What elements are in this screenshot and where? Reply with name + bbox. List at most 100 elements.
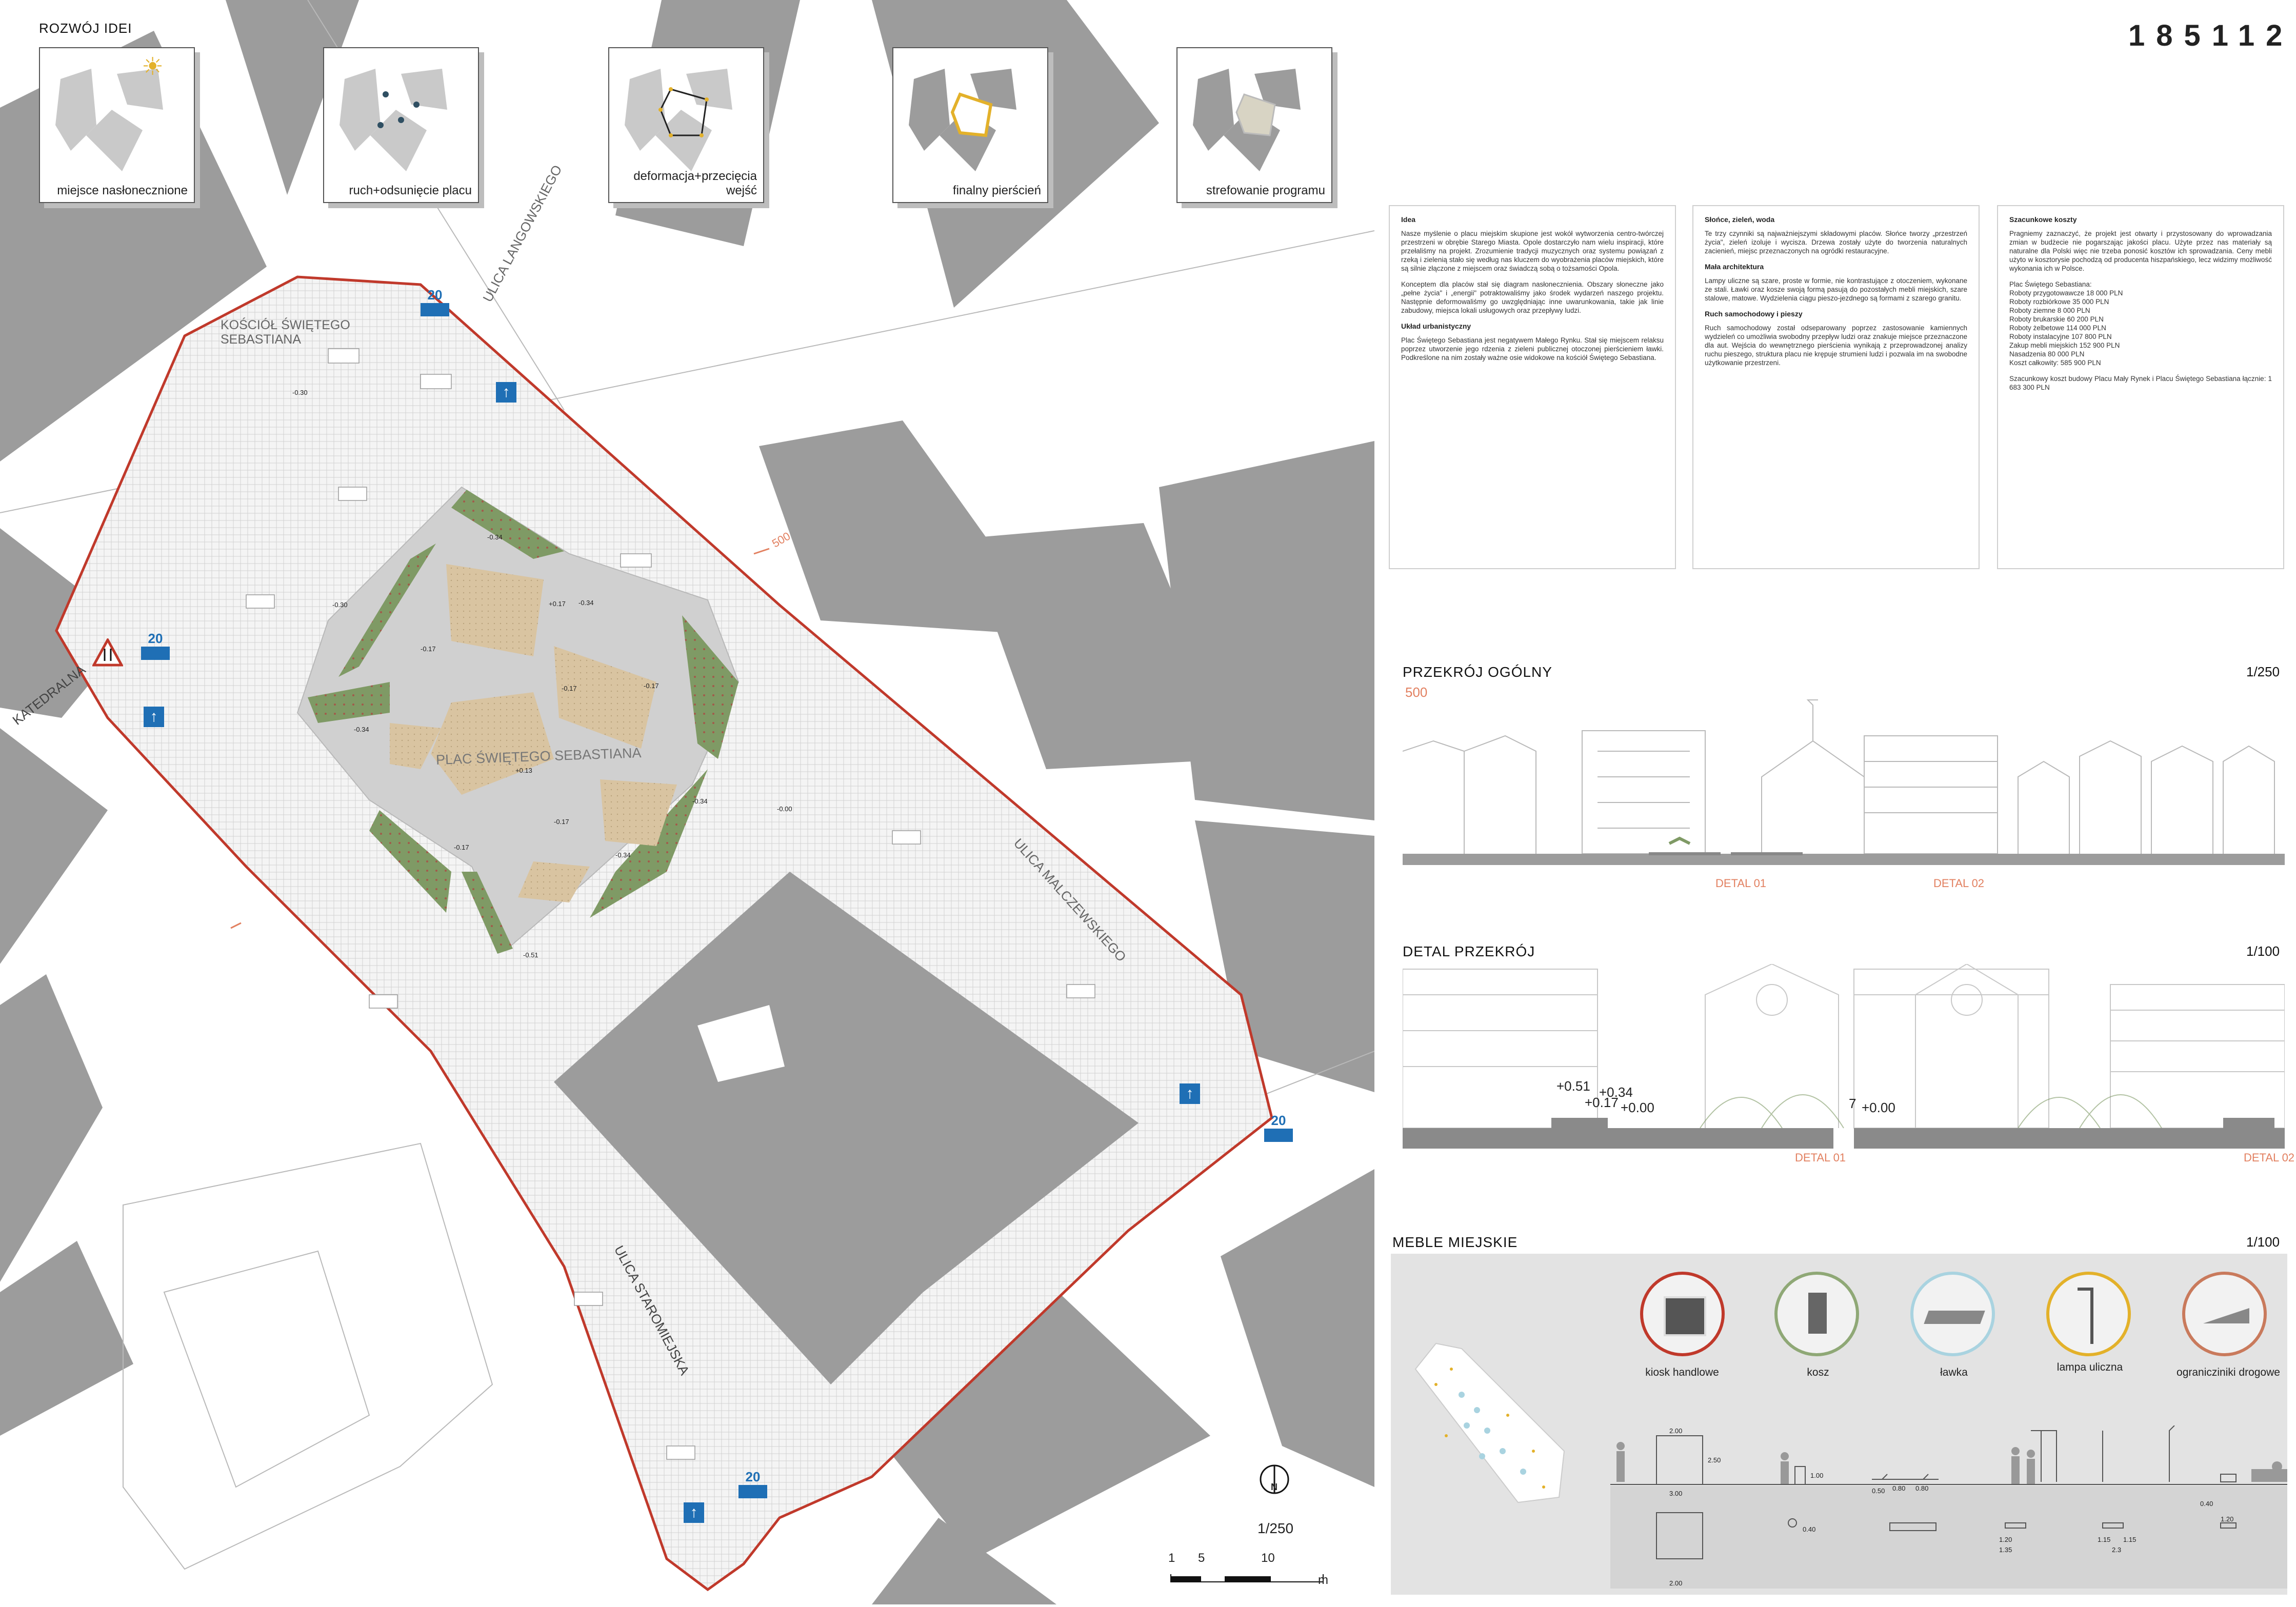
kiosk-icon (1640, 1272, 1725, 1356)
idea-step-label: finalny pierścień (952, 184, 1041, 197)
scale-tick-5: 5 (1198, 1551, 1205, 1565)
dimension-label: 1.15 (2123, 1536, 2137, 1543)
speed-limit-sign: 20 (141, 631, 170, 660)
elevation-marker: -0.34 (487, 533, 503, 541)
bollard-icon (2182, 1272, 2267, 1356)
bench-icon (1910, 1272, 1995, 1356)
elevation-marker: -0.17 (554, 818, 569, 826)
dimension-label: 0.50 (1872, 1487, 1885, 1495)
street-lamp-icon (2046, 1272, 2131, 1356)
trash-bin-icon (1774, 1272, 1859, 1356)
text-column-2: Słońce, zieleń, woda Te trzy czynniki są… (1692, 205, 1980, 569)
elevation-marker: -0.17 (644, 682, 659, 690)
furniture-section-title: MEBLE MIEJSKIE (1392, 1234, 1518, 1250)
level-mark: +0.00 (1621, 1100, 1654, 1115)
text-column-1: Idea Nasze myślenie o placu miejskim sku… (1389, 205, 1676, 569)
cost-item: Roboty przygotowawcze 18 000 PLN (2009, 289, 2123, 297)
general-section-scale: 1/250 (2246, 664, 2280, 679)
dimension-label: 0.40 (1803, 1525, 1816, 1533)
scale-tick-1: 1 (1168, 1551, 1175, 1565)
column-heading: Układ urbanistyczny (1401, 322, 1471, 330)
scale-unit: m (1318, 1573, 1328, 1587)
idea-step-label: deformacja+przecięcia wejść (633, 169, 757, 197)
cost-item: Roboty żelbetowe 114 000 PLN (2009, 324, 2106, 332)
idea-diagram (340, 69, 447, 171)
idea-step: ruch+odsunięcie placu (323, 47, 479, 203)
elevation-marker: -0.30 (292, 389, 308, 396)
dimension-label: 0.40 (2200, 1500, 2213, 1508)
elevation-marker: +0.13 (515, 767, 532, 774)
level-mark-seven: 7 (1849, 1096, 1856, 1111)
dimension-label: 3.00 (1669, 1490, 1683, 1497)
idea-diagram (1193, 69, 1301, 171)
one-way-arrow-icon: ↑ (1180, 1083, 1200, 1104)
project-code: 185112 (2128, 19, 2294, 52)
furniture-label: lampa uliczna (2057, 1361, 2123, 1373)
furniture-elevations (1610, 1425, 2287, 1589)
idea-step: ☀ miejsce nasłonecznione (39, 47, 195, 203)
dimension-label: 1.00 (1810, 1472, 1824, 1479)
dimension-label: 0.80 (1892, 1484, 1906, 1492)
column-heading: Ruch samochodowy i pieszy (1705, 310, 1803, 318)
idea-step-label: miejsce nasłonecznione (57, 184, 188, 197)
text-column-3: Szacunkowe koszty Pragniemy zaznaczyć, ż… (1997, 205, 2284, 569)
cost-item: Roboty instalacyjne 107 800 PLN (2009, 333, 2112, 340)
dimension-label: 2.00 (1669, 1579, 1683, 1587)
cost-item: Roboty ziemne 8 000 PLN (2009, 307, 2090, 314)
furniture-location-plan (1414, 1342, 1565, 1503)
scale-bar-fill (1170, 1576, 1201, 1581)
cost-item: Nasadzenia 80 000 PLN (2009, 350, 2085, 358)
level-mark: +0.17 (1585, 1095, 1619, 1110)
detail-section-drawing (1403, 964, 2285, 1149)
cost-item: Roboty brukarskie 60 200 PLN (2009, 315, 2104, 323)
speed-limit-sign: 20 (421, 287, 449, 316)
dimension-label: 2.50 (1708, 1456, 1721, 1464)
column-heading: Słońce, zieleń, woda (1705, 215, 1775, 224)
idea-diagram (55, 69, 163, 171)
speed-limit-sign: 20 (738, 1469, 767, 1498)
elevation-marker: -0.30 (332, 601, 348, 609)
one-way-arrow-icon: ↑ (144, 707, 164, 727)
elevation-marker: -0.51 (523, 951, 538, 959)
general-section-drawing (1403, 699, 2285, 865)
north-label: N (1271, 1482, 1277, 1492)
elevation-marker: -0.34 (615, 851, 631, 859)
elevation-marker: -0.34 (354, 726, 369, 733)
column-paragraph: Konceptem dla placów stał się diagram na… (1401, 280, 1664, 314)
column-heading: Idea (1401, 215, 1416, 224)
elevation-marker: -0.17 (562, 685, 577, 692)
idea-step: finalny pierścień (892, 47, 1048, 203)
furniture-section-scale: 1/100 (2246, 1234, 2280, 1250)
furniture-label: ogranicziniki drogowe (2177, 1367, 2280, 1378)
idea-step-label: ruch+odsunięcie placu (349, 184, 472, 197)
dimension-label: 2.00 (1669, 1427, 1683, 1435)
idea-section-title: ROZWÓJ IDEI (39, 21, 132, 36)
elevation-marker: -0.00 (777, 805, 792, 813)
map-scale-ratio: 1/250 (1257, 1520, 1294, 1536)
column-paragraph: Nasze myślenie o placu miejskim skupione… (1401, 230, 1664, 272)
scale-bar-fill (1225, 1576, 1271, 1581)
site-plan: KOŚCIÓŁ ŚWIĘTEGO SEBASTIANA PLAC ŚWIĘTEG… (0, 0, 1375, 1604)
column-paragraph: Ruch samochodowy został odseparowany pop… (1705, 324, 1967, 367)
cost-item: Koszt całkowity: 585 900 PLN (2009, 359, 2101, 367)
cost-item: Zakup mebli miejskich 152 900 PLN (2009, 342, 2120, 349)
sun-icon: ☀ (142, 53, 164, 81)
dimension-label: 0.80 (1915, 1484, 1929, 1492)
elevation-marker: -0.17 (454, 843, 469, 851)
speed-limit-sign: 20 (1264, 1113, 1293, 1142)
level-mark: +0.51 (1556, 1078, 1590, 1094)
cost-list-title: Plac Świętego Sebastiana: (2009, 280, 2092, 288)
elevation-marker: +0.17 (549, 600, 566, 608)
column-paragraph: Te trzy czynniki są najważniejszymi skła… (1705, 230, 1967, 255)
warning-sign-icon (92, 638, 123, 667)
dimension-label: 1.15 (2098, 1536, 2111, 1543)
detail-02-label: DETAL 02 (1933, 877, 1985, 890)
furniture-label: kosz (1807, 1367, 1829, 1378)
general-section-title: PRZEKRÓJ OGÓLNY (1403, 664, 1552, 680)
one-way-arrow-icon: ↑ (496, 382, 516, 403)
idea-step: deformacja+przecięcia wejść (608, 47, 764, 203)
one-way-arrow-icon: ↑ (684, 1502, 704, 1523)
detail-02-label: DETAL 02 (2244, 1151, 2295, 1164)
column-paragraph: Plac Świętego Sebastiana jest negatywem … (1401, 336, 1664, 361)
church-label: KOŚCIÓŁ ŚWIĘTEGO SEBASTIANA (221, 318, 350, 347)
